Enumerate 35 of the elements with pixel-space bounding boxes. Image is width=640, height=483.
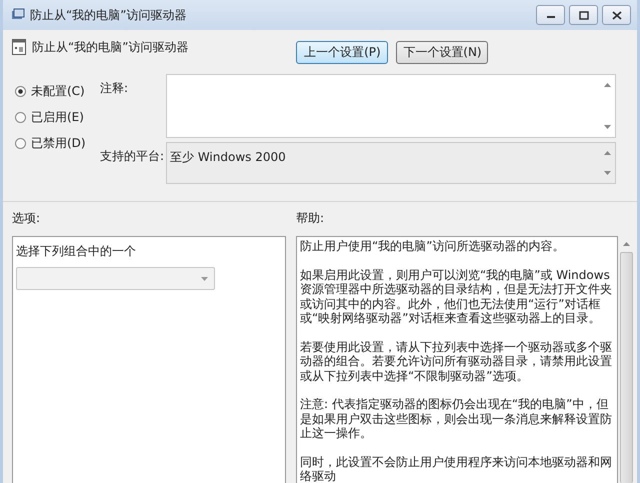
help-paragraph: 若要使用此设置，请从下拉列表中选择一个驱动器或多个驱动器的组合。若要允许访问所有驱动器目录，请禁用此设置或从下拉列表中选择“不限制驱动器”选项。 — [300, 340, 613, 383]
close-icon[interactable] — [610, 8, 624, 22]
setting-title: 防止从“我的电脑”访问驱动器 — [32, 39, 188, 56]
settings-page-icon — [12, 39, 26, 55]
field-label: 注释: — [100, 80, 130, 97]
comment-field[interactable] — [166, 74, 616, 138]
scroll-up-icon[interactable] — [622, 242, 630, 246]
maximize-button[interactable] — [569, 5, 598, 25]
radio-label[interactable]: 已禁用(D) — [31, 134, 86, 152]
section-label: 帮助: — [296, 210, 326, 227]
nav-button[interactable]: 下一个设置(N) — [396, 41, 488, 64]
scroll-down-icon[interactable] — [604, 171, 610, 175]
minimize-button[interactable] — [536, 5, 565, 25]
help-paragraph: 注意: 代表指定驱动器的图标仍会出现在“我的电脑”中，但是如果用户双击这些图标，则会出现一条消息来解释设置防止这一操作。 — [300, 397, 613, 440]
window-title: 防止从“我的电脑”访问驱动器 — [30, 6, 186, 24]
radio-label[interactable]: 未配置(C) — [31, 82, 85, 100]
help-paragraph: 如果启用此设置，则用户可以浏览“我的电脑”或 Windows 资源管理器中所选驱动器的目录结构，但是无法打开文件夹或访问其中的内容。此外，他们也无法使用“运行”对话框或“映射网络驱动器”对话框来查看这些驱动器上的目录。 — [300, 268, 613, 326]
platform-text: 至少 Windows 2000 — [169, 149, 287, 166]
field-label: 支持的平台: — [100, 148, 166, 165]
nav-button[interactable]: 上一个设置(P) — [296, 41, 388, 64]
radio-button[interactable] — [15, 112, 26, 122]
section-label: 选项: — [12, 210, 42, 227]
help-paragraph: 防止用户使用“我的电脑”访问所选驱动器的内容。 — [300, 239, 566, 254]
scroll-up-icon[interactable] — [604, 151, 610, 155]
scroll-up-icon[interactable] — [604, 83, 610, 87]
dropdown-arrow-icon — [201, 277, 208, 281]
maximize-icon[interactable] — [576, 8, 590, 22]
help-paragraph: 同时，此设置不会防止用户使用程序来访问本地驱动器和网络驱动 — [300, 454, 613, 483]
radio-label[interactable]: 已启用(E) — [31, 108, 84, 126]
options-prompt: 选择下列组合中的一个 — [16, 243, 137, 260]
radio-button[interactable] — [15, 86, 26, 96]
scroll-thumb[interactable] — [620, 252, 632, 483]
close-button[interactable] — [602, 5, 631, 25]
scroll-down-icon[interactable] — [604, 125, 610, 129]
radio-button[interactable] — [15, 138, 26, 148]
